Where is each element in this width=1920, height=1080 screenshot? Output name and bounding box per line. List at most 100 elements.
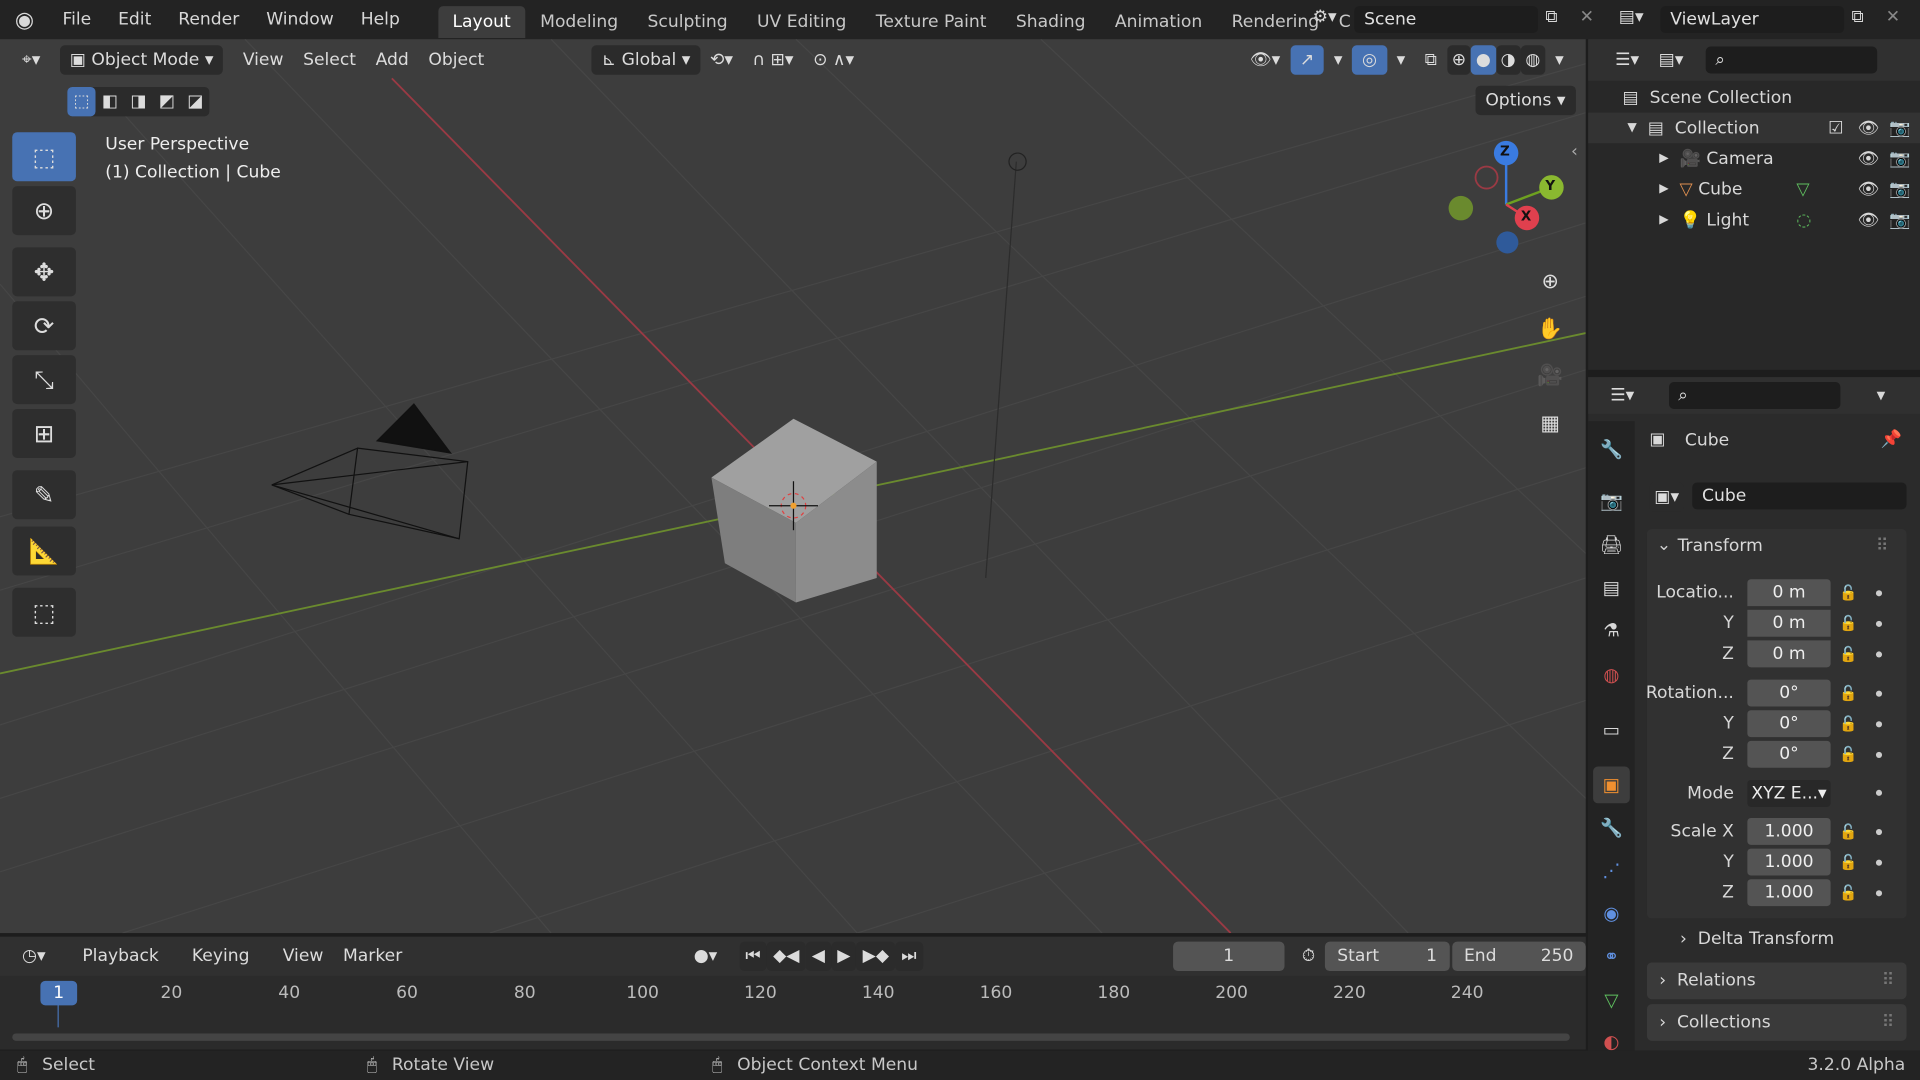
rotation-mode-dropdown[interactable]: XYZ E...▾: [1747, 780, 1831, 807]
menu-help[interactable]: Help: [347, 0, 413, 39]
menu-view[interactable]: View: [233, 45, 293, 74]
light-data-icon[interactable]: ◌: [1796, 210, 1811, 230]
jump-keyframe-forward-button[interactable]: ▶◆: [856, 941, 896, 972]
keyframe-dot[interactable]: [1875, 690, 1883, 697]
keyframe-dot[interactable]: [1875, 859, 1883, 866]
lock-icon[interactable]: 🔓: [1839, 584, 1857, 601]
orientation-dropdown[interactable]: ⊾ Global ▾: [591, 45, 701, 75]
scene-field[interactable]: Scene: [1354, 6, 1538, 34]
visibility-eye-icon[interactable]: 👁: [1858, 118, 1880, 138]
transform-tool[interactable]: ⊞: [12, 408, 76, 458]
drag-handle-icon[interactable]: ⠿: [1882, 1013, 1895, 1033]
play-reverse-button[interactable]: ◀: [805, 941, 832, 972]
lock-icon[interactable]: 🔓: [1839, 615, 1857, 632]
annotate-tool[interactable]: ✎: [12, 470, 76, 520]
timeline-editor-type-icon[interactable]: ◷▾: [12, 942, 55, 971]
properties-options-icon[interactable]: ▾: [1877, 386, 1886, 406]
keyframe-dot[interactable]: [1875, 828, 1883, 836]
measure-tool[interactable]: 📐: [12, 526, 76, 576]
view-layer-tab-icon[interactable]: ▤: [1593, 569, 1630, 606]
gizmo-dropdown-icon[interactable]: ▾: [1324, 45, 1352, 74]
world-tab-icon[interactable]: ◍: [1593, 656, 1630, 693]
lock-icon[interactable]: 🔓: [1839, 884, 1857, 901]
shading-material-icon[interactable]: ◑: [1495, 45, 1521, 75]
render-camera-icon[interactable]: 📷: [1889, 118, 1910, 138]
drag-handle-icon[interactable]: ⠿: [1882, 971, 1895, 991]
gizmo-toggle-icon[interactable]: ↗: [1290, 45, 1325, 75]
timeline-scrollbar[interactable]: [12, 1033, 1570, 1041]
overlay-toggle-icon[interactable]: ◎: [1352, 45, 1387, 75]
transform-title[interactable]: Transform: [1678, 536, 1763, 556]
timeline-track[interactable]: 20 40 60 80 100 120 140 160 180 200 220 240 1: [0, 975, 1586, 1050]
editor-type-icon[interactable]: ⌖▾: [12, 45, 50, 74]
properties-search-input[interactable]: ⌕: [1668, 382, 1840, 409]
location-y-field[interactable]: 0 m: [1747, 609, 1831, 637]
shading-dropdown-icon[interactable]: ▾: [1545, 45, 1573, 74]
camera-view-icon[interactable]: 🎥: [1531, 356, 1570, 395]
new-view-layer-icon[interactable]: ⧉: [1851, 7, 1863, 27]
jump-end-button[interactable]: ⏭: [895, 941, 923, 972]
drag-handle-icon[interactable]: ⠿: [1876, 536, 1889, 556]
collections-panel[interactable]: › Collections ⠿: [1646, 1004, 1907, 1041]
outliner-item-camera[interactable]: ▶ 🎥 Camera 👁 📷: [1588, 143, 1920, 174]
tab-layout[interactable]: Layout: [437, 6, 526, 38]
keyframe-dot[interactable]: [1875, 789, 1883, 796]
render-tab-icon[interactable]: 📷: [1593, 482, 1630, 519]
pivot-icon[interactable]: ⟲▾: [700, 45, 743, 74]
new-scene-icon[interactable]: ⧉: [1545, 7, 1557, 27]
pin-icon[interactable]: 📌: [1881, 430, 1902, 450]
move-tool[interactable]: ✥: [12, 247, 76, 297]
tab-texture-paint[interactable]: Texture Paint: [861, 6, 1001, 38]
particles-tab-icon[interactable]: ⋰: [1593, 852, 1630, 889]
data-tab-icon[interactable]: ▽: [1593, 982, 1630, 1019]
cursor-tool[interactable]: ⊕: [12, 186, 76, 236]
collection-tab-icon[interactable]: ▭: [1593, 711, 1630, 748]
relations-panel[interactable]: › Relations ⠿: [1646, 962, 1907, 1000]
tab-shading[interactable]: Shading: [1001, 6, 1100, 38]
select-intersect-icon[interactable]: ◪: [181, 87, 209, 116]
exclude-checkbox[interactable]: ☑: [1828, 118, 1843, 138]
jump-start-button[interactable]: ⏮: [739, 941, 767, 972]
object-type-dropdown[interactable]: ▣▾: [1649, 482, 1685, 512]
scale-x-field[interactable]: 1.000: [1747, 817, 1831, 845]
select-subtract-icon[interactable]: ◨: [124, 87, 152, 116]
tab-modeling[interactable]: Modeling: [525, 6, 632, 38]
keyframe-dot[interactable]: [1875, 590, 1883, 597]
rotation-z-field[interactable]: 0°: [1747, 740, 1831, 768]
play-button[interactable]: ▶: [831, 941, 857, 972]
outliner-item-cube[interactable]: ▶ ▽ Cube ▽ 👁 📷: [1588, 174, 1920, 205]
properties-editor-type-icon[interactable]: ☰▾: [1600, 381, 1644, 410]
lock-icon[interactable]: 🔓: [1839, 853, 1857, 870]
shading-rendered-icon[interactable]: ◍: [1520, 45, 1546, 75]
gizmo-z-label[interactable]: Z: [1500, 143, 1510, 159]
menu-select[interactable]: Select: [293, 45, 365, 74]
select-new-icon[interactable]: ⬚: [67, 86, 96, 117]
view-layer-icon[interactable]: ▤▾: [1619, 7, 1644, 27]
menu-file[interactable]: File: [49, 0, 105, 39]
snap-icon[interactable]: ∩ ⊞▾: [743, 45, 804, 74]
mesh-data-icon[interactable]: ▽: [1796, 179, 1809, 199]
menu-window[interactable]: Window: [253, 0, 348, 39]
lock-icon[interactable]: 🔓: [1839, 746, 1857, 763]
tab-uv-editing[interactable]: UV Editing: [742, 6, 861, 38]
lock-icon[interactable]: 🔓: [1839, 645, 1857, 662]
keyframe-dot[interactable]: [1875, 751, 1883, 758]
location-x-field[interactable]: 0 m: [1747, 579, 1831, 607]
shading-solid-icon[interactable]: ●: [1471, 45, 1496, 75]
select-extend-icon[interactable]: ◧: [96, 87, 124, 116]
menu-render[interactable]: Render: [165, 0, 253, 39]
playhead-frame[interactable]: 1: [40, 980, 78, 1006]
options-dropdown[interactable]: Options ▾: [1475, 85, 1576, 116]
marker-menu[interactable]: Marker: [333, 942, 412, 971]
xray-icon[interactable]: ⧉: [1415, 45, 1447, 74]
keyframe-dot[interactable]: [1875, 721, 1883, 728]
expand-icon[interactable]: ▶: [1659, 213, 1668, 226]
perspective-toggle-icon[interactable]: ▦: [1531, 404, 1570, 443]
location-z-field[interactable]: 0 m: [1747, 640, 1831, 668]
scale-y-field[interactable]: 1.000: [1747, 848, 1831, 876]
visibility-eye-icon[interactable]: 👁: [1858, 210, 1880, 230]
close-scene-icon[interactable]: ✕: [1580, 7, 1594, 27]
select-invert-icon[interactable]: ◩: [153, 87, 181, 116]
delta-transform-subpanel[interactable]: › Delta Transform: [1680, 929, 1834, 949]
gizmo-x-label[interactable]: X: [1521, 208, 1531, 224]
